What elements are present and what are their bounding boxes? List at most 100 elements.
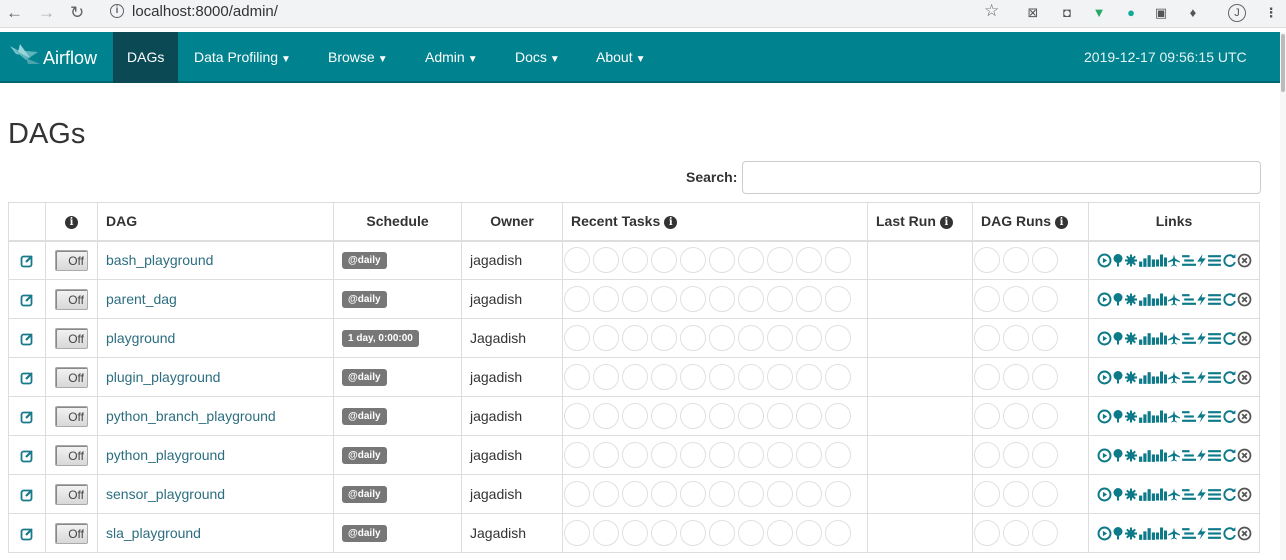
logs-icon[interactable]: [1207, 526, 1222, 541]
task-state-circle[interactable]: [767, 442, 793, 468]
logs-icon[interactable]: [1207, 409, 1222, 424]
refresh-icon[interactable]: [1222, 448, 1237, 463]
graph-view-icon[interactable]: [1124, 409, 1138, 424]
task-state-circle[interactable]: [738, 403, 764, 429]
refresh-icon[interactable]: [1222, 526, 1237, 541]
graph-view-icon[interactable]: [1124, 526, 1138, 541]
back-icon[interactable]: ←: [6, 4, 23, 22]
graph-view-icon[interactable]: [1124, 253, 1138, 268]
trigger-dag-icon[interactable]: [1097, 526, 1112, 541]
edit-icon[interactable]: [20, 254, 34, 268]
dag-pause-toggle[interactable]: Off: [55, 327, 88, 349]
dag-run-state-circle[interactable]: [1003, 364, 1029, 390]
task-state-circle[interactable]: [767, 286, 793, 312]
forward-icon[interactable]: →: [38, 4, 55, 22]
task-duration-icon[interactable]: [1138, 253, 1155, 268]
code-view-icon[interactable]: [1196, 487, 1207, 502]
edit-icon[interactable]: [20, 449, 34, 463]
task-state-circle[interactable]: [796, 286, 822, 312]
task-state-circle[interactable]: [825, 364, 851, 390]
task-state-circle[interactable]: [564, 481, 590, 507]
dag-id-link[interactable]: python_branch_playground: [106, 408, 276, 424]
task-state-circle[interactable]: [651, 247, 677, 274]
task-duration-icon[interactable]: [1138, 409, 1155, 424]
task-state-circle[interactable]: [593, 442, 619, 468]
task-state-circle[interactable]: [680, 481, 706, 507]
dag-id-link[interactable]: sla_playground: [106, 525, 201, 541]
dag-id-link[interactable]: plugin_playground: [106, 369, 220, 385]
tree-view-icon[interactable]: [1112, 487, 1124, 502]
task-tries-icon[interactable]: [1155, 253, 1167, 268]
dag-pause-toggle[interactable]: Off: [55, 249, 88, 271]
logs-icon[interactable]: [1207, 253, 1222, 268]
dag-run-state-circle[interactable]: [1003, 286, 1029, 312]
info-icon[interactable]: i: [939, 216, 953, 230]
task-state-circle[interactable]: [651, 403, 677, 429]
tree-view-icon[interactable]: [1112, 292, 1124, 307]
task-state-circle[interactable]: [564, 442, 590, 468]
task-state-circle[interactable]: [622, 247, 648, 274]
scrollbar-track[interactable]: [1280, 32, 1286, 560]
address-bar[interactable]: i localhost:8000/admin/ ☆: [100, 0, 1008, 24]
task-state-circle[interactable]: [767, 403, 793, 429]
task-state-circle[interactable]: [738, 442, 764, 468]
task-state-circle[interactable]: [651, 364, 677, 390]
task-state-circle[interactable]: [738, 520, 764, 546]
task-state-circle[interactable]: [593, 364, 619, 390]
edit-icon[interactable]: [20, 332, 34, 346]
refresh-icon[interactable]: [1222, 370, 1237, 385]
dag-run-state-circle[interactable]: [1003, 403, 1029, 429]
nav-dags[interactable]: DAGs: [113, 32, 179, 83]
task-duration-icon[interactable]: [1138, 448, 1155, 463]
tree-view-icon[interactable]: [1112, 448, 1124, 463]
task-state-circle[interactable]: [709, 286, 735, 312]
task-state-circle[interactable]: [825, 481, 851, 507]
task-state-circle[interactable]: [796, 364, 822, 390]
task-state-circle[interactable]: [593, 481, 619, 507]
nav-admin[interactable]: Admin ▼: [425, 32, 478, 83]
gantt-icon[interactable]: [1181, 370, 1196, 385]
gantt-icon[interactable]: [1181, 526, 1196, 541]
gantt-icon[interactable]: [1181, 253, 1196, 268]
task-state-circle[interactable]: [767, 520, 793, 546]
task-state-circle[interactable]: [651, 286, 677, 312]
task-state-circle[interactable]: [825, 442, 851, 468]
code-view-icon[interactable]: [1196, 526, 1207, 541]
task-state-circle[interactable]: [738, 364, 764, 390]
delete-icon[interactable]: [1237, 331, 1252, 346]
task-state-circle[interactable]: [796, 442, 822, 468]
task-duration-icon[interactable]: [1138, 331, 1155, 346]
task-state-circle[interactable]: [709, 247, 735, 274]
dag-pause-toggle[interactable]: Off: [55, 288, 88, 310]
task-state-circle[interactable]: [738, 325, 764, 351]
dag-run-state-circle[interactable]: [1032, 520, 1058, 546]
task-state-circle[interactable]: [796, 403, 822, 429]
task-state-circle[interactable]: [622, 286, 648, 312]
landing-times-icon[interactable]: [1167, 370, 1181, 385]
delete-icon[interactable]: [1237, 448, 1252, 463]
task-tries-icon[interactable]: [1155, 409, 1167, 424]
edit-icon[interactable]: [20, 371, 34, 385]
dag-run-state-circle[interactable]: [974, 364, 1000, 390]
task-state-circle[interactable]: [593, 247, 619, 274]
code-view-icon[interactable]: [1196, 448, 1207, 463]
dag-id-link[interactable]: python_playground: [106, 447, 225, 463]
task-duration-icon[interactable]: [1138, 370, 1155, 385]
task-state-circle[interactable]: [622, 325, 648, 351]
task-state-circle[interactable]: [796, 325, 822, 351]
logs-icon[interactable]: [1207, 292, 1222, 307]
edit-icon[interactable]: [20, 410, 34, 424]
task-state-circle[interactable]: [738, 286, 764, 312]
trigger-dag-icon[interactable]: [1097, 487, 1112, 502]
dag-run-state-circle[interactable]: [1003, 325, 1029, 351]
task-state-circle[interactable]: [796, 247, 822, 274]
dag-pause-toggle[interactable]: Off: [55, 366, 88, 388]
nav-about[interactable]: About ▼: [596, 32, 646, 83]
dag-run-state-circle[interactable]: [1003, 247, 1029, 274]
landing-times-icon[interactable]: [1167, 409, 1181, 424]
trigger-dag-icon[interactable]: [1097, 409, 1112, 424]
task-state-circle[interactable]: [593, 403, 619, 429]
dag-id-link[interactable]: playground: [106, 330, 175, 346]
task-state-circle[interactable]: [651, 325, 677, 351]
refresh-icon[interactable]: [1222, 292, 1237, 307]
